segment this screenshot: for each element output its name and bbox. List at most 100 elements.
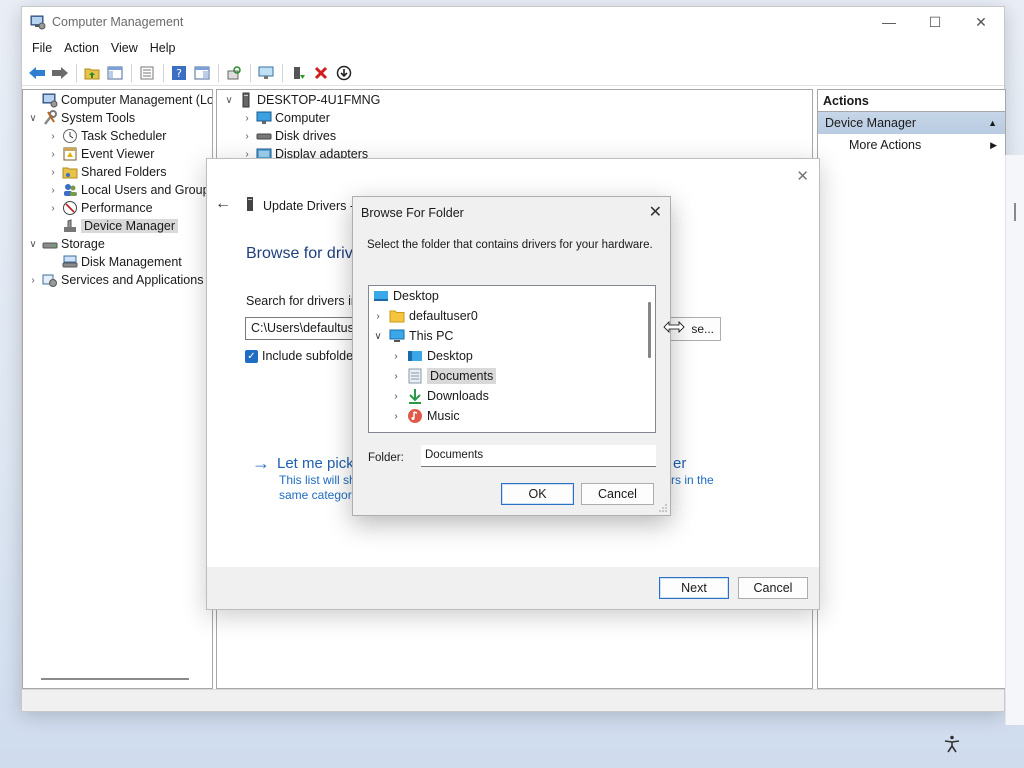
folder-defaultuser0[interactable]: › defaultuser0 xyxy=(371,306,477,326)
shared-folder-icon xyxy=(62,164,78,180)
tree-item-performance[interactable]: › Performance xyxy=(47,199,153,217)
include-subfolders-checkbox[interactable]: ✓ Include subfolder xyxy=(245,349,357,363)
chevron-right-icon[interactable]: › xyxy=(47,167,59,178)
chevron-right-icon[interactable]: › xyxy=(389,391,403,402)
maximize-button[interactable]: ☐ xyxy=(912,7,958,37)
tree-item-shared-folders[interactable]: › Shared Folders xyxy=(47,163,166,181)
this-pc-icon xyxy=(389,328,405,344)
folder-desktop-root[interactable]: Desktop xyxy=(369,286,439,306)
show-hide-tree-icon[interactable] xyxy=(104,62,126,84)
menu-view[interactable]: View xyxy=(105,39,144,57)
more-actions-item[interactable]: More Actions ▶ xyxy=(818,134,1005,156)
chevron-right-icon[interactable]: › xyxy=(47,203,59,214)
chevron-down-icon[interactable]: ∨ xyxy=(371,331,385,342)
actions-section-device-manager[interactable]: Device Manager ▲ xyxy=(818,112,1005,134)
chevron-right-icon[interactable]: › xyxy=(389,351,403,362)
folder-downloads[interactable]: › Downloads xyxy=(389,386,489,406)
up-folder-icon[interactable] xyxy=(81,62,103,84)
device-root[interactable]: ∨ DESKTOP-4U1FMNG xyxy=(223,91,380,109)
event-viewer-icon xyxy=(62,146,78,162)
tree-item-system-tools[interactable]: ∨ System Tools xyxy=(27,109,135,127)
enable-device-icon[interactable] xyxy=(333,62,355,84)
help-icon[interactable]: ? xyxy=(168,62,190,84)
chevron-right-icon[interactable]: › xyxy=(27,275,39,286)
monitor-icon[interactable] xyxy=(255,62,277,84)
accessibility-icon[interactable] xyxy=(942,734,962,754)
folder-tree: Desktop › defaultuser0 ∨ This PC › Deskt… xyxy=(368,285,656,433)
chevron-right-icon[interactable]: › xyxy=(389,371,403,382)
minimize-button[interactable]: — xyxy=(866,7,912,37)
chevron-right-icon[interactable]: › xyxy=(389,411,403,422)
computer-management-icon xyxy=(30,14,46,30)
dialog-instruction: Select the folder that contains drivers … xyxy=(367,239,653,251)
forward-icon[interactable] xyxy=(49,62,71,84)
update-driver-icon[interactable] xyxy=(287,62,309,84)
wizard-title: Update Drivers - xyxy=(245,197,354,214)
dialog-title: Browse For Folder xyxy=(361,206,464,220)
tree-item-services[interactable]: › Services and Applications xyxy=(27,271,203,289)
chevron-right-icon[interactable]: › xyxy=(241,131,253,142)
link-text-tail: er xyxy=(673,455,687,472)
chevron-right-icon[interactable]: › xyxy=(47,131,59,142)
tree-item-event-viewer[interactable]: › Event Viewer xyxy=(47,145,154,163)
background-scrollbar xyxy=(1005,155,1024,725)
chevron-right-icon[interactable]: › xyxy=(47,149,59,160)
title-bar[interactable]: Computer Management — ☐ ✕ xyxy=(22,7,1004,37)
device-category-computer[interactable]: › Computer xyxy=(241,109,330,127)
console-tree: Computer Management (Local ∨ System Tool… xyxy=(22,89,213,689)
folder-documents[interactable]: › Documents xyxy=(389,366,497,386)
actions-header: Actions xyxy=(818,90,1005,112)
chevron-right-icon[interactable]: › xyxy=(47,185,59,196)
folder-name-field[interactable]: Documents xyxy=(421,445,656,467)
menu-bar: File Action View Help xyxy=(22,37,1004,59)
desktop-icon xyxy=(373,288,389,304)
pick-description-line1: This list will sh xyxy=(279,473,356,487)
chevron-right-icon[interactable]: › xyxy=(241,113,253,124)
include-subfolders-label: Include subfolder xyxy=(262,349,358,363)
search-location-label: Search for drivers in t xyxy=(246,294,365,308)
folder-desktop[interactable]: › Desktop xyxy=(389,346,473,366)
back-icon[interactable] xyxy=(26,62,48,84)
performance-icon xyxy=(62,200,78,216)
horizontal-scrollbar[interactable] xyxy=(41,678,189,680)
wizard-cancel-button[interactable]: Cancel xyxy=(738,577,808,599)
tree-item-task-scheduler[interactable]: › Task Scheduler xyxy=(47,127,166,145)
ok-button[interactable]: OK xyxy=(501,483,574,505)
downloads-icon xyxy=(407,388,423,404)
folder-this-pc[interactable]: ∨ This PC xyxy=(371,326,453,346)
resize-grip-icon[interactable] xyxy=(659,504,667,512)
checkbox-checked-icon[interactable]: ✓ xyxy=(245,349,258,363)
wizard-close-button[interactable]: ✕ xyxy=(796,167,809,185)
tree-item-storage[interactable]: ∨ Storage xyxy=(27,235,104,253)
export-list-icon[interactable] xyxy=(136,62,158,84)
folder-tree-scrollbar[interactable] xyxy=(648,302,651,358)
menu-file[interactable]: File xyxy=(26,39,58,57)
back-arrow-icon[interactable]: ← xyxy=(215,195,231,213)
menu-action[interactable]: Action xyxy=(58,39,105,57)
desktop-icon xyxy=(407,348,423,364)
pick-description-tail: rs in the xyxy=(671,473,714,487)
collapse-arrow-icon[interactable]: ▲ xyxy=(988,118,997,128)
next-button[interactable]: Next xyxy=(659,577,729,599)
dialog-close-button[interactable]: ✕ xyxy=(649,202,662,222)
chevron-right-icon[interactable]: › xyxy=(371,311,385,322)
dialog-cancel-button[interactable]: Cancel xyxy=(581,483,654,505)
close-button[interactable]: ✕ xyxy=(958,7,1004,37)
tree-item-local-users[interactable]: › Local Users and Groups xyxy=(47,181,212,199)
scan-hardware-icon[interactable] xyxy=(223,62,245,84)
wizard-footer: Next Cancel xyxy=(207,567,819,609)
resize-cursor-icon xyxy=(663,321,685,333)
browse-button-label: se... xyxy=(691,322,714,336)
menu-help[interactable]: Help xyxy=(144,39,182,57)
chevron-down-icon[interactable]: ∨ xyxy=(27,113,39,124)
tree-item-disk-management[interactable]: Disk Management xyxy=(47,253,182,271)
folder-music[interactable]: › Music xyxy=(389,406,460,426)
tree-item-root[interactable]: Computer Management (Local xyxy=(27,91,212,109)
properties-pane-icon[interactable] xyxy=(191,62,213,84)
tree-item-device-manager[interactable]: Device Manager xyxy=(47,217,179,235)
let-me-pick-link[interactable]: → Let me pick xyxy=(252,453,354,474)
chevron-down-icon[interactable]: ∨ xyxy=(27,239,39,250)
uninstall-icon[interactable] xyxy=(310,62,332,84)
chevron-down-icon[interactable]: ∨ xyxy=(223,95,235,106)
device-category-disk-drives[interactable]: › Disk drives xyxy=(241,127,336,145)
